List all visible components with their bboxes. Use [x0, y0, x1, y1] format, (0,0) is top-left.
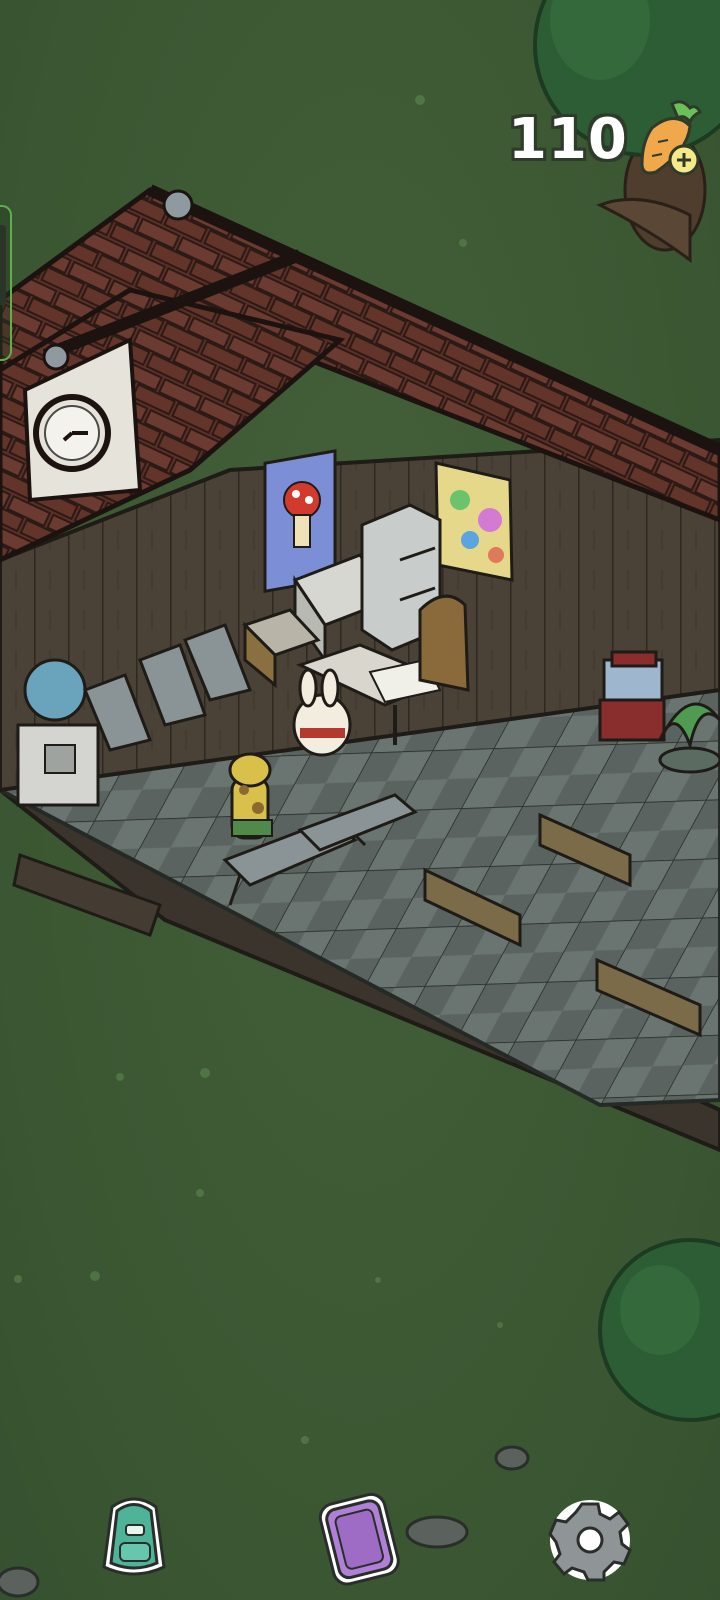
wooden-chair[interactable]	[418, 594, 470, 692]
game-world[interactable]	[0, 0, 720, 1600]
giraffe-character[interactable]	[228, 752, 273, 840]
carrot-count: 110	[508, 106, 628, 172]
gear-icon[interactable]	[540, 1490, 640, 1590]
rocks	[0, 1445, 530, 1598]
tree-bottom-right	[598, 1238, 720, 1422]
carrot-counter: 110	[508, 98, 706, 180]
side-panel-tab[interactable]	[0, 205, 12, 361]
carrot-plus-icon[interactable]	[634, 98, 706, 180]
abstract-poster[interactable]	[434, 461, 514, 582]
gumball-machine[interactable]	[598, 650, 666, 742]
side-panel-handle	[0, 225, 6, 305]
phone-icon[interactable]	[310, 1488, 410, 1588]
game-screen[interactable]: 110	[0, 0, 720, 1600]
backpack-icon[interactable]	[84, 1485, 184, 1585]
